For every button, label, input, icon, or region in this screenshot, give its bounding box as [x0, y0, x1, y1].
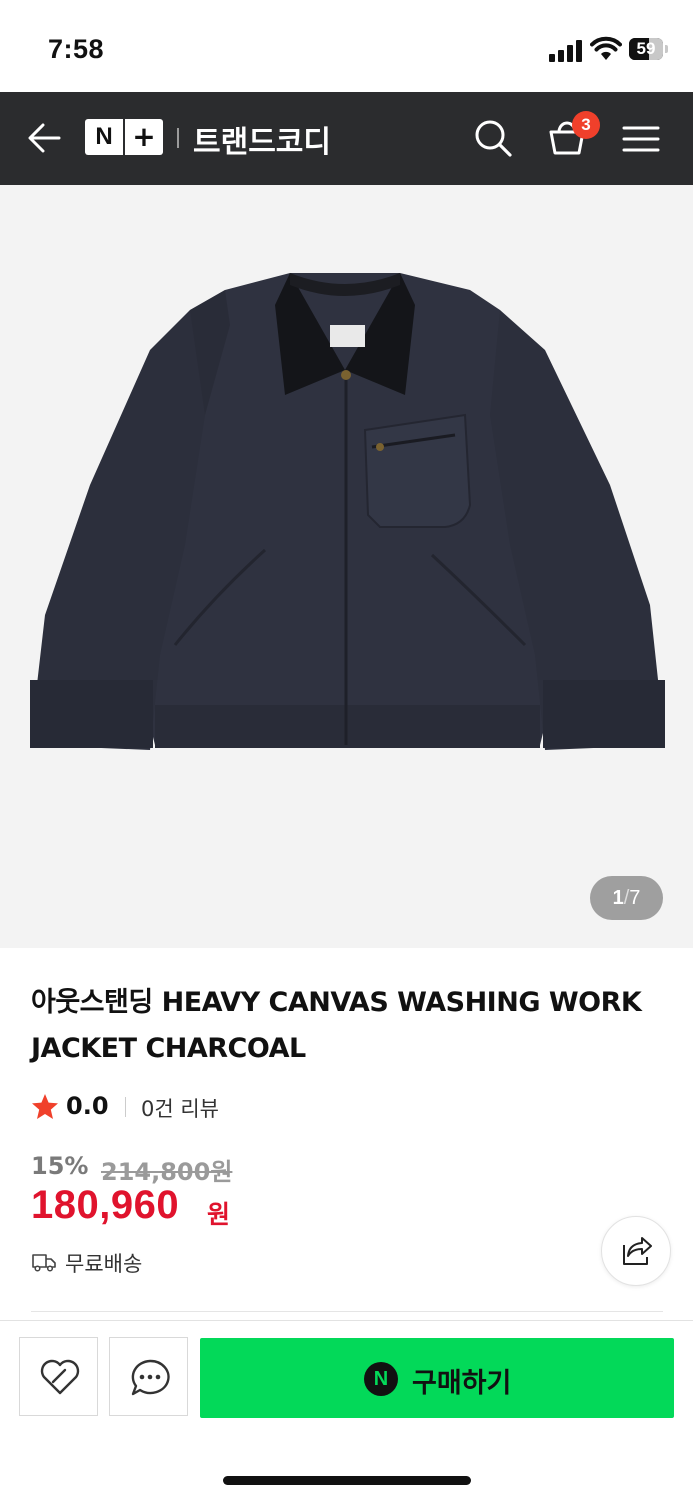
original-price: 214,800원 — [101, 1158, 233, 1186]
status-time: 7:58 — [48, 34, 105, 64]
logo-plus: + — [132, 120, 156, 153]
logo-n: N — [95, 123, 113, 150]
naver-pay-logo: N — [364, 1362, 398, 1396]
review-count-link[interactable]: 0건 리뷰 — [141, 1093, 219, 1123]
star-icon — [32, 1094, 58, 1119]
back-arrow-icon[interactable] — [26, 122, 62, 154]
product-title: 아웃스탠딩 HEAVY CANVAS WASHING WORK JACKET C… — [31, 987, 642, 1064]
wishlist-button[interactable] — [19, 1337, 98, 1416]
share-button[interactable] — [601, 1216, 671, 1286]
home-indicator[interactable] — [223, 1476, 471, 1485]
image-counter-total: 7 — [629, 887, 641, 909]
image-counter: 1/7 — [590, 876, 663, 920]
sale-price: 180,960 — [31, 1183, 180, 1227]
rating-score: 0.0 — [66, 1092, 109, 1120]
section-divider — [31, 1311, 663, 1312]
buy-button[interactable]: N 구매하기 — [200, 1338, 674, 1418]
wifi-icon — [590, 36, 622, 60]
cart-count-badge: 3 — [572, 111, 600, 139]
chat-icon — [131, 1359, 170, 1396]
product-image — [30, 273, 665, 750]
heart-icon — [40, 1359, 80, 1395]
search-icon[interactable] — [473, 118, 513, 158]
product-image-gallery[interactable] — [0, 185, 693, 948]
nav-divider — [177, 128, 179, 148]
battery-icon: 59 — [629, 38, 663, 60]
discount-rate: 15% — [31, 1152, 89, 1180]
image-counter-current: 1 — [612, 887, 624, 909]
price-currency: 원 — [207, 1200, 231, 1229]
battery-level: 59 — [636, 39, 656, 58]
cellular-signal-icon — [549, 40, 583, 62]
naver-plus-logo[interactable]: N + — [85, 119, 163, 155]
shipping-info: 무료배송 — [65, 1252, 143, 1276]
buy-button-label: 구매하기 — [412, 1368, 512, 1399]
delivery-truck-icon — [32, 1254, 56, 1272]
store-name[interactable]: 트랜드코디 — [193, 117, 331, 161]
battery-tip — [665, 45, 668, 53]
menu-icon[interactable] — [622, 125, 660, 153]
share-icon — [623, 1237, 652, 1265]
talk-talk-button[interactable] — [109, 1337, 188, 1416]
status-bar: 7:58 59 — [0, 0, 693, 92]
rating-divider — [125, 1097, 126, 1117]
